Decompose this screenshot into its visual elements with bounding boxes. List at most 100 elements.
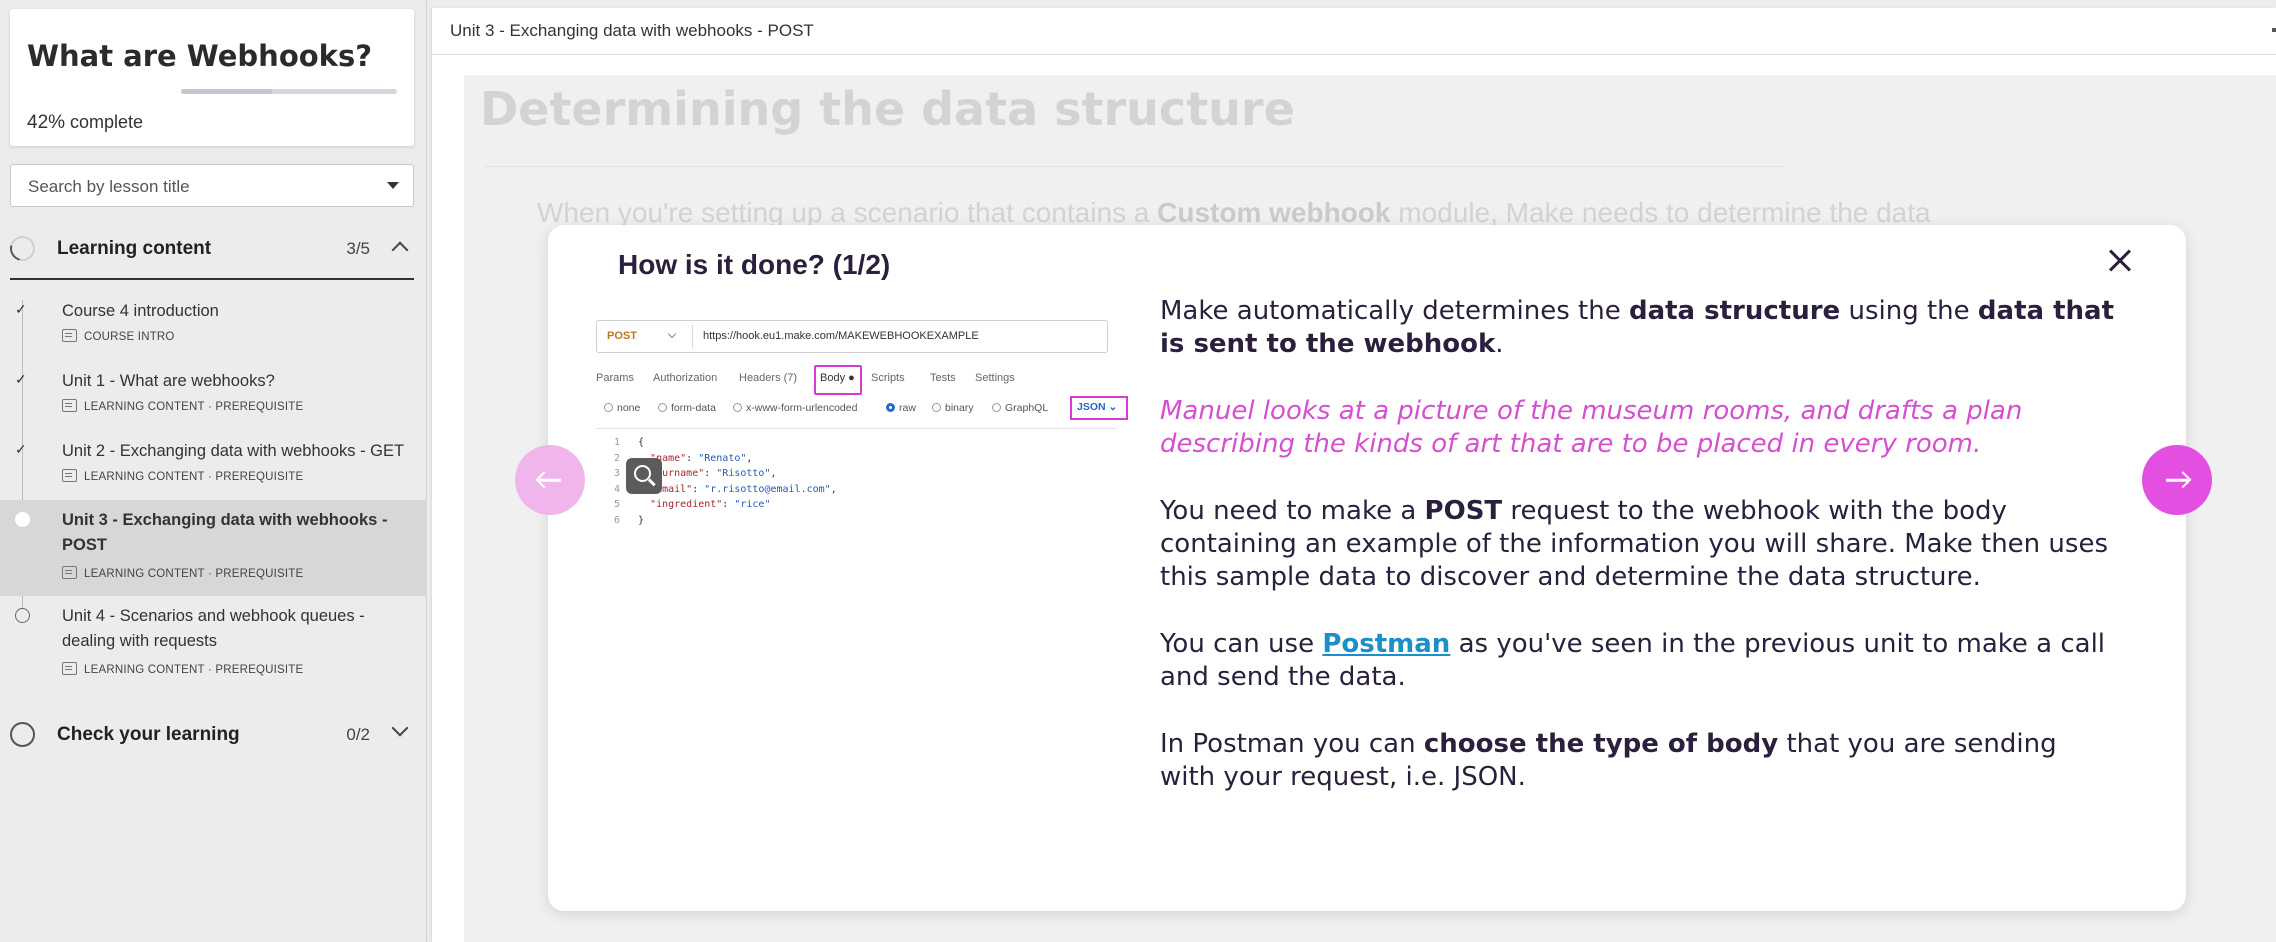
zoom-in-icon[interactable] bbox=[626, 458, 662, 494]
body-tab-highlight bbox=[814, 365, 862, 395]
request-url: https://hook.eu1.make.com/MAKEWEBHOOKEXA… bbox=[703, 330, 979, 342]
lesson-item[interactable]: ✓ Unit 2 - Exchanging data with webhooks… bbox=[0, 435, 427, 501]
bold-text: POST bbox=[1424, 496, 1503, 526]
lesson-item-current[interactable]: Unit 3 - Exchanging data with webhooks -… bbox=[0, 500, 427, 596]
unit-title: Unit 3 - Exchanging data with webhooks -… bbox=[450, 21, 814, 40]
lesson-icon bbox=[62, 399, 77, 412]
line-number: 6 bbox=[614, 514, 621, 526]
lesson-item[interactable]: Unit 4 - Scenarios and webhook queues - … bbox=[0, 600, 427, 692]
caret-down-icon bbox=[387, 182, 399, 189]
line-number: 2 bbox=[614, 452, 621, 464]
postman-tab: Scripts bbox=[871, 372, 905, 384]
arrow-left-icon bbox=[539, 478, 561, 482]
body-type-option: binary bbox=[932, 402, 974, 414]
json-value: "Risotto" bbox=[716, 468, 771, 479]
lesson-search-select[interactable]: Search by lesson title bbox=[10, 164, 414, 207]
analogy-paragraph: Manuel looks at a picture of the museum … bbox=[1160, 396, 2023, 459]
body-type-option: x-www-form-urlencoded bbox=[733, 402, 857, 414]
line-number: 1 bbox=[614, 437, 621, 448]
check-icon: ✓ bbox=[15, 371, 27, 387]
text: . bbox=[1495, 329, 1504, 359]
postman-tab: Headers (7) bbox=[739, 372, 798, 384]
lesson-meta-text: LEARNING CONTENT · PREREQUISITE bbox=[84, 401, 304, 413]
chevron-down-icon bbox=[391, 719, 409, 737]
lesson-modal: How is it done? (1/2) POST https://hook.… bbox=[548, 225, 2186, 911]
body-type-option: none bbox=[604, 402, 640, 414]
body-type-label: binary bbox=[945, 402, 974, 414]
body-type-option: form-data bbox=[658, 402, 716, 414]
para-text: When you're setting up a scenario that c… bbox=[537, 197, 1158, 228]
heading-divider bbox=[484, 166, 1784, 167]
lesson-icon bbox=[62, 566, 77, 579]
arrow-right-icon bbox=[2166, 478, 2188, 482]
modal-title: How is it done? (1/2) bbox=[618, 249, 891, 280]
incomplete-circle-icon bbox=[15, 608, 30, 623]
radio-icon bbox=[992, 403, 1001, 412]
lesson-title: Course 4 introduction bbox=[62, 302, 219, 320]
section-title: Learning content bbox=[57, 238, 212, 259]
radio-icon bbox=[733, 403, 742, 412]
body-type-option: GraphQL bbox=[992, 402, 1048, 414]
bold-text: choose the type of body bbox=[1423, 729, 1779, 759]
body-type-label: GraphQL bbox=[1005, 402, 1049, 414]
lesson-meta-text: COURSE INTRO bbox=[84, 331, 175, 343]
radio-selected-icon bbox=[886, 403, 895, 412]
postman-url-bar: POST https://hook.eu1.make.com/MAKEWEBHO… bbox=[596, 320, 1108, 353]
lesson-meta-text: LEARNING CONTENT · PREREQUISITE bbox=[84, 471, 304, 483]
radio-icon bbox=[658, 403, 667, 412]
lesson-title: Unit 4 - Scenarios and webhook queues - … bbox=[62, 607, 365, 650]
lesson-meta-text: LEARNING CONTENT · PREREQUISITE bbox=[84, 568, 304, 580]
text: In Postman you can bbox=[1160, 729, 1424, 759]
paragraph-5: In Postman you can choose the type of bo… bbox=[1160, 728, 2120, 794]
previous-slide-button[interactable] bbox=[515, 445, 585, 515]
close-icon[interactable] bbox=[2102, 243, 2138, 279]
unit-topbar: Unit 3 - Exchanging data with webhooks -… bbox=[432, 8, 2276, 55]
postman-tab: Tests bbox=[930, 372, 956, 384]
lesson-item[interactable]: ✓ Course 4 introduction COURSE INTRO bbox=[0, 295, 427, 361]
text: You can use bbox=[1160, 629, 1323, 659]
body-type-label: form-data bbox=[671, 402, 716, 414]
lesson-icon bbox=[62, 662, 77, 675]
body-type-label: none bbox=[617, 402, 641, 414]
bold-text: data structure bbox=[1628, 296, 1841, 326]
lesson-heading: Determining the data structure bbox=[480, 82, 1295, 136]
text: You need to make a bbox=[1160, 496, 1425, 526]
code-line: "email": "r.risotto@email.com", bbox=[650, 483, 837, 495]
check-icon: ✓ bbox=[15, 441, 27, 457]
section-check-your-learning[interactable]: Check your learning 0/2 bbox=[10, 710, 414, 758]
postman-divider bbox=[596, 428, 1116, 429]
body-type-label: x-www-form-urlencoded bbox=[746, 402, 858, 414]
postman-link[interactable]: Postman bbox=[1322, 629, 1450, 659]
lesson-meta: LEARNING CONTENT · PREREQUISITE bbox=[62, 566, 303, 580]
radio-icon bbox=[604, 403, 613, 412]
json-value: "r.risotto@email.com" bbox=[704, 483, 831, 495]
paragraph-4: You can use Postman as you've seen in th… bbox=[1160, 628, 2120, 694]
course-title: What are Webhooks? bbox=[27, 39, 373, 73]
code-line: "ingredient": "rice" bbox=[650, 499, 771, 510]
lesson-meta: LEARNING CONTENT · PREREQUISITE bbox=[62, 469, 303, 483]
lesson-title: Unit 1 - What are webhooks? bbox=[62, 372, 275, 390]
lesson-icon bbox=[62, 469, 77, 482]
section-count: 0/2 bbox=[346, 725, 370, 744]
section-learning-content[interactable]: Learning content 3/5 bbox=[5, 224, 414, 272]
progress-bar-fill bbox=[181, 89, 272, 94]
zoom-handle bbox=[648, 478, 656, 486]
lesson-item[interactable]: ✓ Unit 1 - What are webhooks? LEARNING C… bbox=[0, 365, 427, 431]
para-bold: Custom webhook bbox=[1157, 197, 1391, 228]
current-lesson-dot-icon bbox=[15, 512, 30, 527]
json-key: "ingredient" bbox=[650, 499, 723, 510]
lesson-meta: LEARNING CONTENT · PREREQUISITE bbox=[62, 399, 303, 413]
lesson-meta: LEARNING CONTENT · PREREQUISITE bbox=[62, 662, 303, 676]
lesson-title: Unit 3 - Exchanging data with webhooks -… bbox=[62, 511, 388, 554]
postman-tab: Params bbox=[596, 372, 634, 384]
postman-screenshot: POST https://hook.eu1.make.com/MAKEWEBHO… bbox=[596, 320, 1128, 530]
http-method: POST bbox=[607, 330, 637, 342]
line-number: 4 bbox=[614, 483, 621, 495]
progress-suffix: complete bbox=[65, 112, 144, 132]
body-format-label: JSON bbox=[1077, 401, 1106, 413]
lesson-meta-text: LEARNING CONTENT · PREREQUISITE bbox=[84, 664, 304, 676]
postman-tab: Settings bbox=[975, 372, 1015, 384]
next-slide-button[interactable] bbox=[2142, 445, 2212, 515]
method-chevron-icon bbox=[667, 329, 677, 339]
paragraph-3: You need to make a POST request to the w… bbox=[1160, 495, 2120, 594]
